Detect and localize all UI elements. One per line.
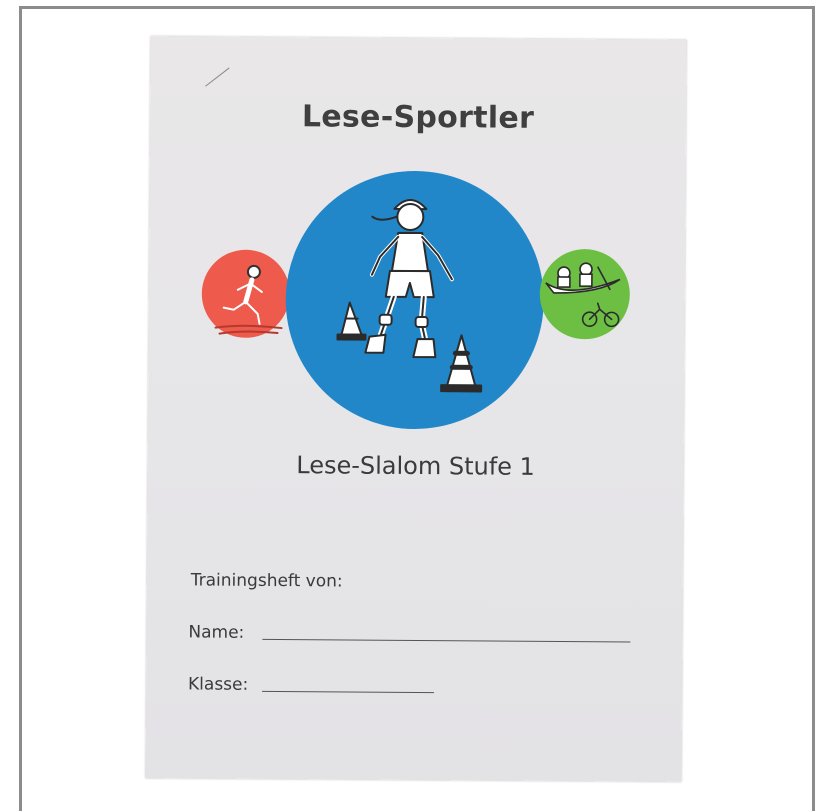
pencil-mark [205, 67, 230, 87]
cover-title: Lese-Sportler [301, 99, 535, 136]
name-line [262, 638, 631, 643]
red-circle [201, 249, 291, 339]
class-line [262, 690, 435, 694]
inline-skater-icon [336, 198, 483, 393]
green-circle [539, 248, 631, 340]
name-label: Name: [188, 622, 245, 643]
class-label: Klasse: [188, 674, 249, 695]
owner-label: Trainingsheft von: [190, 570, 343, 592]
blue-circle [284, 170, 545, 430]
runner-icon [214, 264, 283, 335]
booklet-cover: Lese-Sportler Lese-Slalom Stufe 1 Traini… [145, 36, 687, 782]
cover-subtitle: Lese-Slalom Stufe 1 [296, 451, 535, 481]
canoe-bike-icon [545, 262, 621, 328]
